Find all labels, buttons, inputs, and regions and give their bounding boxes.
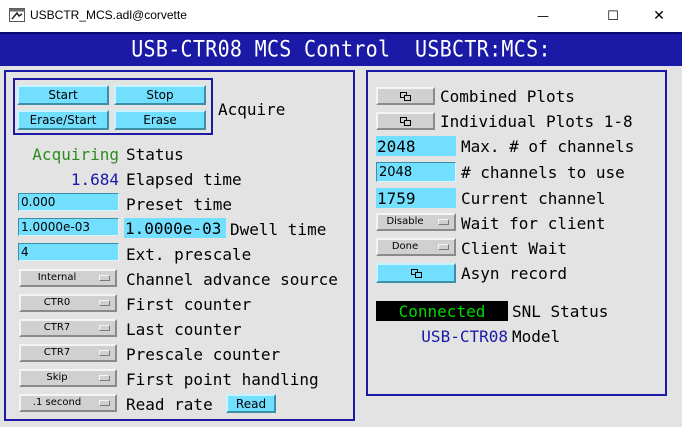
maximize-icon: ☐: [607, 8, 619, 24]
max-channels-label: Max. # of channels: [461, 137, 635, 156]
minimize-button[interactable]: —: [520, 0, 566, 32]
start-button[interactable]: Start: [17, 85, 109, 105]
max-channels-value: 2048: [376, 136, 456, 156]
asyn-record-button[interactable]: [376, 263, 456, 283]
related-display-icon: [410, 268, 422, 278]
individual-plots-label: Individual Plots 1-8: [440, 112, 633, 131]
app-window-icon: [9, 8, 25, 22]
window-title: USBCTR_MCS.adl@corvette: [30, 8, 187, 22]
current-channel-value: 1759: [376, 188, 456, 208]
prescale-counter-menu[interactable]: CTR7: [19, 344, 117, 362]
first-point-label: First point handling: [126, 370, 319, 389]
read-rate-menu[interactable]: .1 second: [19, 394, 117, 412]
last-counter-label: Last counter: [126, 320, 242, 339]
menu-indicator-icon: [99, 400, 110, 406]
elapsed-time-label: Elapsed time: [126, 170, 242, 189]
related-display-icon: [400, 91, 411, 101]
client-wait-label: Client Wait: [461, 239, 567, 258]
menu-indicator-icon: [99, 275, 110, 281]
acquire-label: Acquire: [218, 100, 286, 119]
ext-prescale-input[interactable]: 4: [18, 243, 119, 261]
preset-time-label: Preset time: [126, 195, 232, 214]
status-value: Acquiring: [32, 145, 119, 164]
model-value: USB-CTR08: [421, 327, 508, 346]
menu-indicator-icon: [99, 300, 110, 306]
preset-time-input[interactable]: 0.000: [18, 193, 119, 211]
menu-indicator-icon: [99, 375, 110, 381]
read-rate-label: Read rate: [126, 395, 213, 414]
prescale-counter-label: Prescale counter: [126, 345, 281, 364]
channel-advance-menu[interactable]: Internal: [19, 269, 117, 287]
channels-to-use-input[interactable]: 2048: [376, 162, 456, 182]
client-wait-menu[interactable]: Done: [376, 238, 456, 256]
banner-title: USB-CTR08 MCS Control USBCTR:MCS:: [131, 35, 551, 63]
asyn-record-label: Asyn record: [461, 264, 567, 283]
first-counter-label: First counter: [126, 295, 252, 314]
erase-button[interactable]: Erase: [114, 110, 206, 130]
menu-indicator-icon: [438, 219, 449, 225]
dwell-time-label: Dwell time: [230, 220, 327, 239]
snl-status-value: Connected: [376, 301, 508, 321]
menu-indicator-icon: [438, 244, 449, 250]
first-counter-menu[interactable]: CTR0: [19, 294, 117, 312]
related-display-icon: [400, 116, 411, 126]
stop-button[interactable]: Stop: [114, 85, 206, 105]
menu-indicator-icon: [99, 350, 110, 356]
ext-prescale-label: Ext. prescale: [126, 245, 252, 264]
model-label: Model: [512, 327, 561, 346]
menu-indicator-icon: [99, 325, 110, 331]
screen-banner: USB-CTR08 MCS Control USBCTR:MCS:: [0, 32, 682, 66]
snl-status-label: SNL Status: [512, 302, 609, 321]
current-channel-label: Current channel: [461, 189, 606, 208]
individual-plots-button[interactable]: [376, 112, 435, 130]
minimize-icon: —: [537, 9, 549, 23]
channels-to-use-label: # channels to use: [461, 163, 625, 182]
combined-plots-button[interactable]: [376, 87, 435, 105]
close-button[interactable]: ✕: [636, 0, 682, 32]
first-point-menu[interactable]: Skip: [19, 369, 117, 387]
maximize-button[interactable]: ☐: [590, 0, 636, 32]
dwell-time-input[interactable]: 1.0000e-03: [18, 218, 119, 236]
elapsed-time-value: 1.684: [70, 170, 119, 189]
read-button[interactable]: Read: [226, 394, 276, 413]
last-counter-menu[interactable]: CTR7: [19, 319, 117, 337]
dwell-time-readback: 1.0000e-03: [124, 218, 226, 238]
close-icon: ✕: [653, 8, 665, 24]
channel-advance-label: Channel advance source: [126, 270, 338, 289]
wait-for-client-menu[interactable]: Disable: [376, 213, 456, 231]
combined-plots-label: Combined Plots: [440, 87, 575, 106]
status-label: Status: [126, 145, 184, 164]
erase-start-button[interactable]: Erase/Start: [17, 110, 109, 130]
wait-for-client-label: Wait for client: [461, 214, 606, 233]
window-titlebar: USBCTR_MCS.adl@corvette — ☐ ✕: [0, 0, 682, 32]
